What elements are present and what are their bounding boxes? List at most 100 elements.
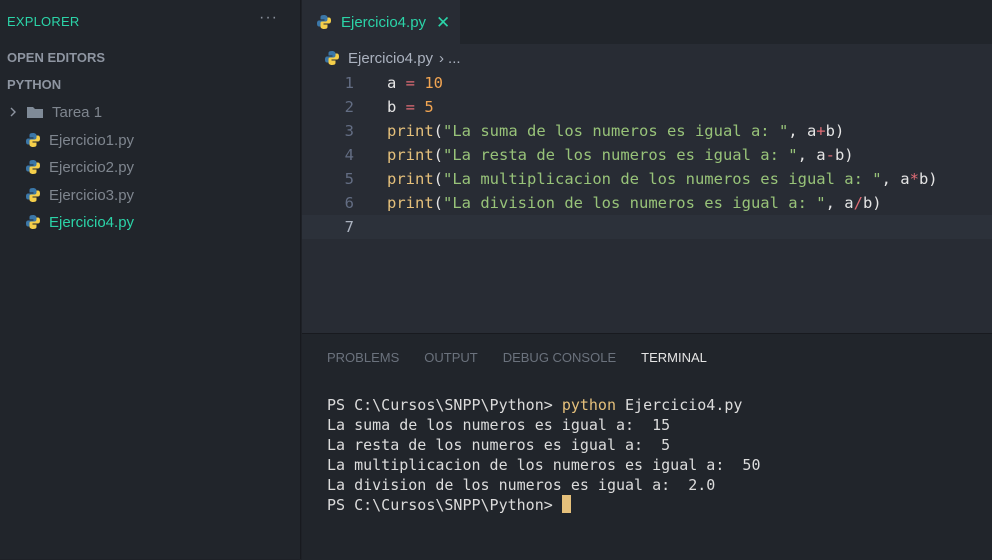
- terminal-prompt-line: PS C:\Cursos\SNPP\Python>: [327, 495, 760, 515]
- code-token: print: [387, 122, 434, 140]
- bottom-panel: PROBLEMS OUTPUT DEBUG CONSOLE TERMINAL P…: [302, 333, 992, 560]
- line-number: 4: [344, 146, 354, 164]
- code-token: , a: [825, 194, 854, 212]
- python-icon: [26, 133, 40, 147]
- terminal-command: python: [561, 396, 616, 414]
- code-area[interactable]: 1a = 10 2 b = 5 3 print("La suma de los nume…: [302, 71, 992, 239]
- line-number: 6: [344, 194, 354, 212]
- panel-tabs: PROBLEMS OUTPUT DEBUG CONSOLE TERMINAL: [327, 350, 732, 365]
- line-number: 1: [344, 74, 354, 92]
- chevron-right-icon: [10, 107, 16, 117]
- code-line[interactable]: 6 print("La division de los numeros es ig…: [302, 191, 992, 215]
- code-token: "La division de los numeros es igual a: …: [443, 194, 826, 212]
- more-actions-icon[interactable]: ···: [259, 9, 278, 27]
- code-text: print("La resta de los numeros es igual …: [387, 143, 854, 167]
- tree-item-folder[interactable]: Tarea 1: [0, 99, 300, 125]
- code-token: "La multiplicacion de los numeros es igu…: [443, 170, 882, 188]
- folder-icon: [27, 107, 43, 118]
- code-token: +: [816, 122, 826, 140]
- terminal-prompt: PS C:\Cursos\SNPP\Python>: [327, 396, 562, 414]
- tree-item-label: Ejercicio4.py: [49, 213, 135, 231]
- tree-item-label: Ejercicio3.py: [49, 186, 135, 204]
- workspace-section[interactable]: PYTHON: [7, 77, 61, 92]
- terminal-output-line: La multiplicacion de los numeros es igua…: [327, 456, 761, 474]
- code-token: b): [918, 170, 938, 188]
- terminal-output-line: La division de los numeros es igual a: 2…: [327, 476, 716, 494]
- code-token: 5: [424, 98, 434, 116]
- tree-item-label: Ejercicio1.py: [49, 131, 135, 149]
- python-icon: [325, 51, 339, 65]
- tab-label: Ejercicio4.py: [341, 13, 427, 31]
- close-icon[interactable]: ✕: [436, 14, 450, 31]
- python-icon: [26, 215, 40, 229]
- code-token: (: [433, 146, 444, 164]
- code-token: , a: [881, 170, 910, 188]
- terminal-output-line: La resta de los numeros es igual a: 5: [327, 436, 671, 454]
- tab-bar: Ejercicio4.py ✕: [302, 0, 992, 44]
- code-line[interactable]: 5 print("La multiplicacion de los numeros…: [302, 167, 992, 191]
- line-number: 3: [344, 122, 354, 140]
- tree-item-label: Ejercicio2.py: [49, 158, 135, 176]
- code-token: b): [862, 194, 882, 212]
- explorer-title: EXPLORER: [7, 14, 80, 29]
- line-number: 5: [344, 170, 354, 188]
- code-line[interactable]: 7: [302, 215, 992, 239]
- code-line[interactable]: 4 print("La resta de los numeros es igual…: [302, 143, 992, 167]
- breadcrumb-symbols[interactable]: ...: [448, 50, 461, 67]
- code-token: , a: [797, 146, 826, 164]
- terminal-prompt: PS C:\Cursos\SNPP\Python>: [327, 496, 562, 514]
- code-token: *: [909, 170, 919, 188]
- line-number: 2: [344, 98, 354, 116]
- code-token: =: [396, 74, 425, 92]
- code-token: b): [825, 122, 845, 140]
- terminal[interactable]: PS C:\Cursos\SNPP\Python> python Ejercic…: [327, 395, 760, 515]
- code-token: print: [387, 146, 434, 164]
- line-number: 7: [344, 218, 354, 236]
- tab-problems[interactable]: PROBLEMS: [327, 350, 399, 365]
- code-text: a = 10: [387, 71, 443, 95]
- code-token: "La resta de los numeros es igual a: ": [443, 146, 798, 164]
- code-line[interactable]: 1 a = 10: [302, 71, 992, 95]
- tree-item-file[interactable]: Ejercicio3.py: [0, 182, 300, 208]
- python-icon: [26, 188, 40, 202]
- code-token: (: [433, 122, 444, 140]
- code-token: -: [825, 146, 835, 164]
- code-token: =: [396, 98, 425, 116]
- code-line[interactable]: 2 b = 5: [302, 95, 992, 119]
- code-token: a: [387, 74, 397, 92]
- code-token: print: [387, 194, 434, 212]
- code-token: , a: [788, 122, 817, 140]
- code-editor: Ejercicio4.py ✕ Ejercicio4.py › ... 1 a =…: [302, 0, 992, 333]
- terminal-command-line: PS C:\Cursos\SNPP\Python> python Ejercic…: [327, 395, 760, 415]
- code-text: b = 5: [387, 95, 434, 119]
- terminal-output-line: La suma de los numeros es igual a: 15: [327, 416, 671, 434]
- code-line[interactable]: 3 print("La suma de los numeros es igual …: [302, 119, 992, 143]
- explorer-sidebar: EXPLORER ··· OPEN EDITORS PYTHON Tarea 1…: [0, 0, 301, 559]
- code-token: "La suma de los numeros es igual a: ": [443, 122, 789, 140]
- breadcrumb-separator: ›: [439, 49, 445, 67]
- tree-item-file-active[interactable]: Ejercicio4.py: [0, 209, 300, 235]
- python-icon: [317, 15, 331, 29]
- python-icon: [26, 160, 40, 174]
- code-token: 10: [424, 74, 444, 92]
- code-text: print("La suma de los numeros es igual a…: [387, 119, 844, 143]
- terminal-cursor: [561, 495, 571, 513]
- breadcrumb: Ejercicio4.py › ...: [324, 47, 461, 69]
- tab-terminal[interactable]: TERMINAL: [641, 350, 707, 365]
- code-text: print("La multiplicacion de los numeros …: [387, 167, 938, 191]
- code-text: print("La division de los numeros es igu…: [387, 191, 882, 215]
- tree-item-file[interactable]: Ejercicio1.py: [0, 127, 300, 153]
- code-token: b: [387, 98, 397, 116]
- open-editors-section[interactable]: OPEN EDITORS: [7, 50, 105, 65]
- code-token: (: [433, 170, 444, 188]
- tab-debug-console[interactable]: DEBUG CONSOLE: [503, 350, 616, 365]
- breadcrumb-file[interactable]: Ejercicio4.py: [348, 50, 433, 67]
- tree-item-label: Tarea 1: [52, 103, 103, 121]
- code-token: (: [433, 194, 444, 212]
- terminal-args: Ejercicio4.py: [616, 396, 743, 414]
- tab-ejercicio4[interactable]: Ejercicio4.py ✕: [302, 0, 460, 44]
- code-token: /: [853, 194, 863, 212]
- tree-item-file[interactable]: Ejercicio2.py: [0, 154, 300, 180]
- tab-output[interactable]: OUTPUT: [424, 350, 477, 365]
- code-token: print: [387, 170, 434, 188]
